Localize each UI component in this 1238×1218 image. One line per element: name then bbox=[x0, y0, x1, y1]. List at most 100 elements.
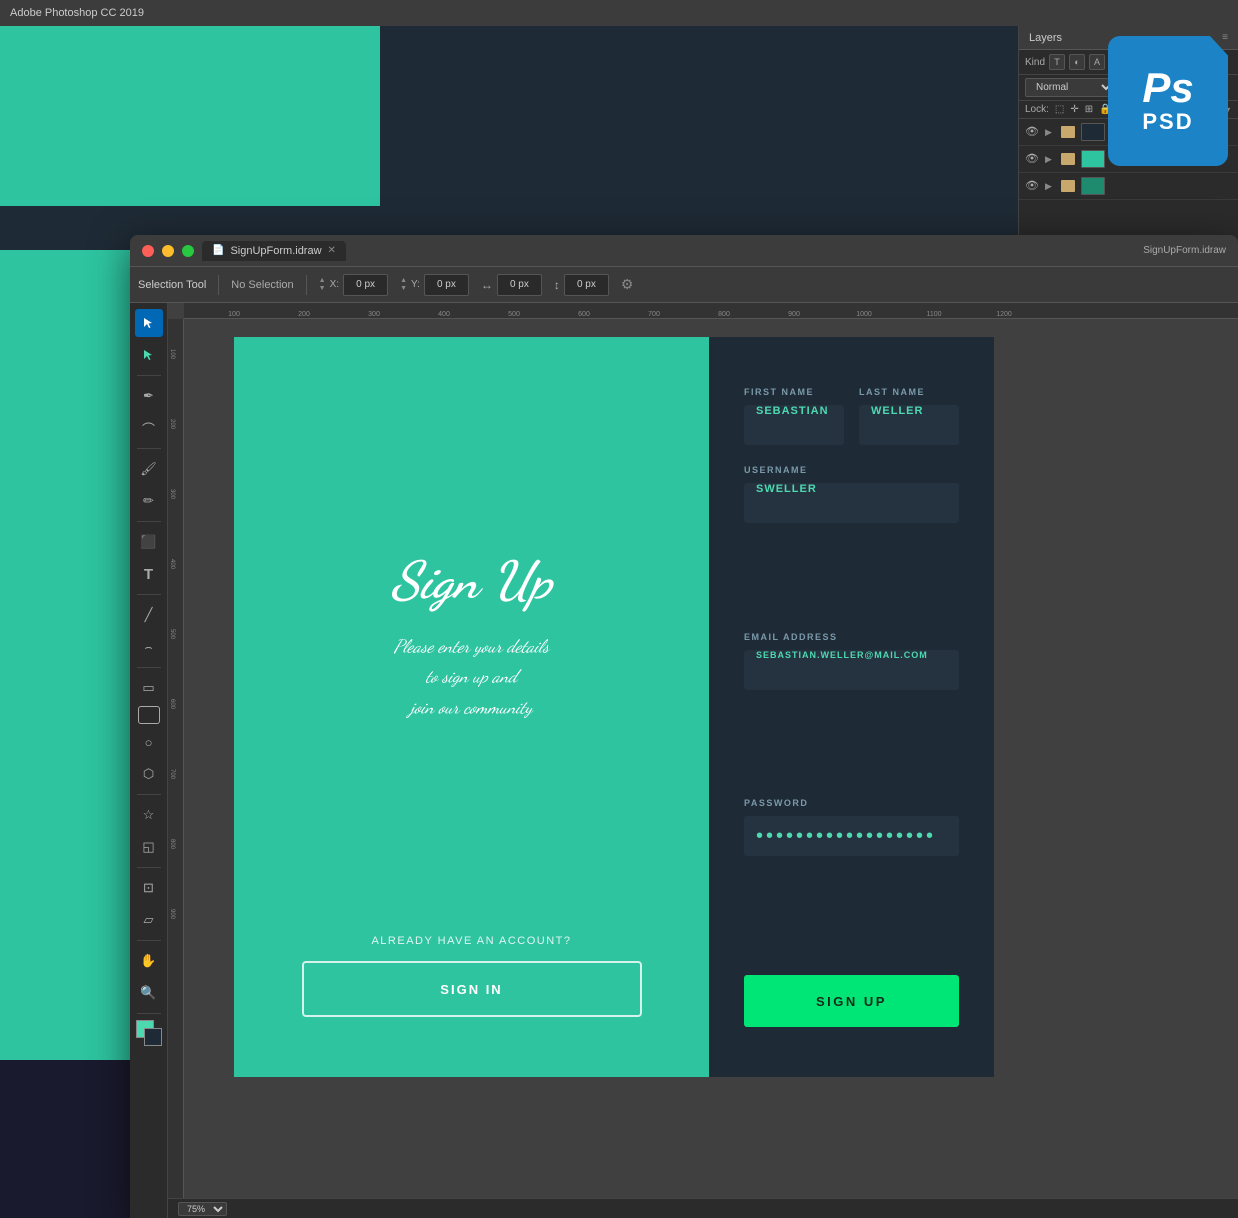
firstname-input[interactable]: SEBASTIAN bbox=[744, 405, 844, 445]
idraw-x-input[interactable] bbox=[343, 274, 388, 296]
tool-rectangle[interactable]: ▭ bbox=[135, 674, 163, 702]
tool-select-arrow[interactable] bbox=[135, 309, 163, 337]
tool-color-swatches[interactable] bbox=[136, 1020, 162, 1046]
ruler-mark-900: 900 bbox=[788, 311, 800, 318]
ps-type-icon[interactable]: T bbox=[1049, 54, 1065, 70]
lastname-input[interactable]: WELLER bbox=[859, 405, 959, 445]
tool-sep-8 bbox=[137, 940, 161, 941]
tool-hand[interactable]: ✋ bbox=[135, 947, 163, 975]
firstname-group: FIRST NAME SEBASTIAN bbox=[744, 387, 844, 445]
tool-pen[interactable]: ✒ bbox=[135, 382, 163, 410]
ps-text-icon[interactable]: A bbox=[1089, 54, 1105, 70]
ps-adjust-icon[interactable]: ◐ bbox=[1069, 54, 1085, 70]
idraw-w-input[interactable] bbox=[497, 274, 542, 296]
ruler-v-mark-200: 200 bbox=[169, 419, 175, 429]
username-label: USERNAME bbox=[744, 465, 959, 475]
signup-button[interactable]: SIGN UP bbox=[744, 975, 959, 1027]
signup-title: Sign Up bbox=[391, 549, 552, 612]
tool-text[interactable]: T bbox=[135, 560, 163, 588]
tool-star[interactable]: ☆ bbox=[135, 801, 163, 829]
ps-lock-move-icon[interactable]: ✛ bbox=[1070, 104, 1078, 115]
tool-rounded-rect[interactable] bbox=[138, 706, 160, 724]
photoshop-window: Adobe Photoshop CC 2019 Layers ≡ Kind T … bbox=[0, 0, 1238, 250]
tool-direct-select[interactable] bbox=[135, 341, 163, 369]
subtitle-line1: Please enter your details bbox=[394, 636, 549, 658]
idraw-titlebar: 📄 SignUpForm.idraw ✕ SignUpForm.idraw bbox=[130, 235, 1238, 267]
ps-folder-icon-1 bbox=[1061, 126, 1075, 138]
idraw-doc-tab[interactable]: 📄 SignUpForm.idraw ✕ bbox=[202, 241, 346, 261]
idraw-y-down[interactable]: ▼ bbox=[400, 285, 407, 292]
lastname-group: LAST NAME WELLER bbox=[859, 387, 959, 445]
idraw-x-group: ▲ ▼ X: bbox=[319, 274, 388, 296]
tool-sep-2 bbox=[137, 448, 161, 449]
idraw-h-input[interactable] bbox=[564, 274, 609, 296]
bg-form-teal-side bbox=[0, 160, 135, 1060]
tool-pencil[interactable]: ✏ bbox=[135, 487, 163, 515]
ps-lock-label: Lock: bbox=[1025, 104, 1049, 115]
idraw-y-label: Y: bbox=[411, 279, 420, 290]
color-background[interactable] bbox=[144, 1028, 162, 1046]
ps-expand-icon-2[interactable]: ▶ bbox=[1045, 154, 1055, 164]
ruler-v-mark-500: 500 bbox=[169, 629, 175, 639]
ps-folder-icon-2 bbox=[1061, 153, 1075, 165]
ps-blend-mode-select[interactable]: Normal bbox=[1025, 78, 1115, 97]
tool-ellipse[interactable]: ○ bbox=[135, 728, 163, 756]
tool-curve[interactable]: ⌢ bbox=[135, 633, 163, 661]
idraw-canvas[interactable]: 100 200 300 400 500 600 700 800 900 1000… bbox=[168, 303, 1238, 1218]
ps-kind-label: Kind bbox=[1025, 57, 1045, 68]
tool-image-frame[interactable]: ⊡ bbox=[135, 874, 163, 902]
idraw-y-arrows[interactable]: ▲ ▼ bbox=[400, 277, 407, 292]
idraw-y-input[interactable] bbox=[424, 274, 469, 296]
ruler-v-mark-700: 700 bbox=[169, 769, 175, 779]
ps-lock-pixels-icon[interactable]: ⬚ bbox=[1055, 104, 1064, 115]
password-input[interactable]: •••••••••••••••••• bbox=[744, 816, 959, 856]
ruler-mark-1100: 1100 bbox=[926, 311, 941, 318]
idraw-tool-label: Selection Tool bbox=[138, 279, 206, 291]
tool-bezier[interactable]: ⌒ bbox=[135, 414, 163, 442]
ruler-mark-800: 800 bbox=[718, 311, 730, 318]
ps-expand-icon-3[interactable]: ▶ bbox=[1045, 181, 1055, 191]
username-input[interactable]: SWELLER bbox=[744, 483, 959, 523]
ruler-mark-1200: 1200 bbox=[996, 311, 1012, 318]
traffic-light-maximize[interactable] bbox=[182, 245, 194, 257]
tool-eraser[interactable]: ◱ bbox=[135, 833, 163, 861]
tool-brush[interactable]: 🖌 bbox=[135, 455, 163, 483]
ps-expand-icon-1[interactable]: ▶ bbox=[1045, 127, 1055, 137]
firstname-label: FIRST NAME bbox=[744, 387, 844, 397]
ps-layer-thumb-1 bbox=[1081, 123, 1105, 141]
traffic-light-close[interactable] bbox=[142, 245, 154, 257]
ps-titlebar: Adobe Photoshop CC 2019 bbox=[0, 0, 1238, 26]
idraw-options-icon[interactable]: ⚙ bbox=[621, 276, 634, 293]
ps-canvas-teal bbox=[0, 26, 380, 206]
email-input[interactable]: SEBASTIAN.WELLER@MAIL.COM bbox=[744, 650, 959, 690]
idraw-tools-panel: ✒ ⌒ 🖌 ✏ ⬛ T ╱ ⌢ ▭ ○ ⬡ bbox=[130, 303, 168, 1218]
ps-lock-art-icon[interactable]: ⊞ bbox=[1085, 104, 1093, 115]
tool-line[interactable]: ╱ bbox=[135, 601, 163, 629]
idraw-x-down[interactable]: ▼ bbox=[319, 285, 326, 292]
idraw-x-arrows[interactable]: ▲ ▼ bbox=[319, 277, 326, 292]
ps-vis-icon-2[interactable]: 👁 bbox=[1025, 152, 1039, 166]
ps-vis-icon-1[interactable]: 👁 bbox=[1025, 125, 1039, 139]
idraw-w-group: ↔ bbox=[481, 274, 542, 296]
tool-rhombus[interactable]: ▱ bbox=[135, 906, 163, 934]
ps-layer-extra[interactable]: 👁 ▶ bbox=[1019, 173, 1238, 200]
tool-hexagon[interactable]: ⬡ bbox=[135, 760, 163, 788]
tool-sep-9 bbox=[137, 1013, 161, 1014]
idraw-x-up[interactable]: ▲ bbox=[319, 277, 326, 284]
ps-vis-icon-3[interactable]: 👁 bbox=[1025, 179, 1039, 193]
idraw-y-up[interactable]: ▲ bbox=[400, 277, 407, 284]
ps-logo-psd-text: PSD bbox=[1142, 109, 1193, 135]
ps-canvas bbox=[0, 26, 1018, 250]
ps-layer-thumb-2 bbox=[1081, 150, 1105, 168]
idraw-zoom-select[interactable]: 75% bbox=[178, 1202, 227, 1216]
idraw-h-icon: ↕ bbox=[554, 278, 560, 292]
tool-3d[interactable]: ⬛ bbox=[135, 528, 163, 556]
idraw-tab-close[interactable]: ✕ bbox=[328, 245, 336, 256]
idraw-body: ✒ ⌒ 🖌 ✏ ⬛ T ╱ ⌢ ▭ ○ ⬡ bbox=[130, 303, 1238, 1218]
ps-layer-thumb-3 bbox=[1081, 177, 1105, 195]
signin-button[interactable]: SIGN IN bbox=[302, 961, 642, 1017]
traffic-light-minimize[interactable] bbox=[162, 245, 174, 257]
password-label: PASSWORD bbox=[744, 798, 959, 808]
form-left-panel: Sign Up Please enter your details to sig… bbox=[234, 337, 709, 1077]
tool-zoom[interactable]: 🔍 bbox=[135, 979, 163, 1007]
